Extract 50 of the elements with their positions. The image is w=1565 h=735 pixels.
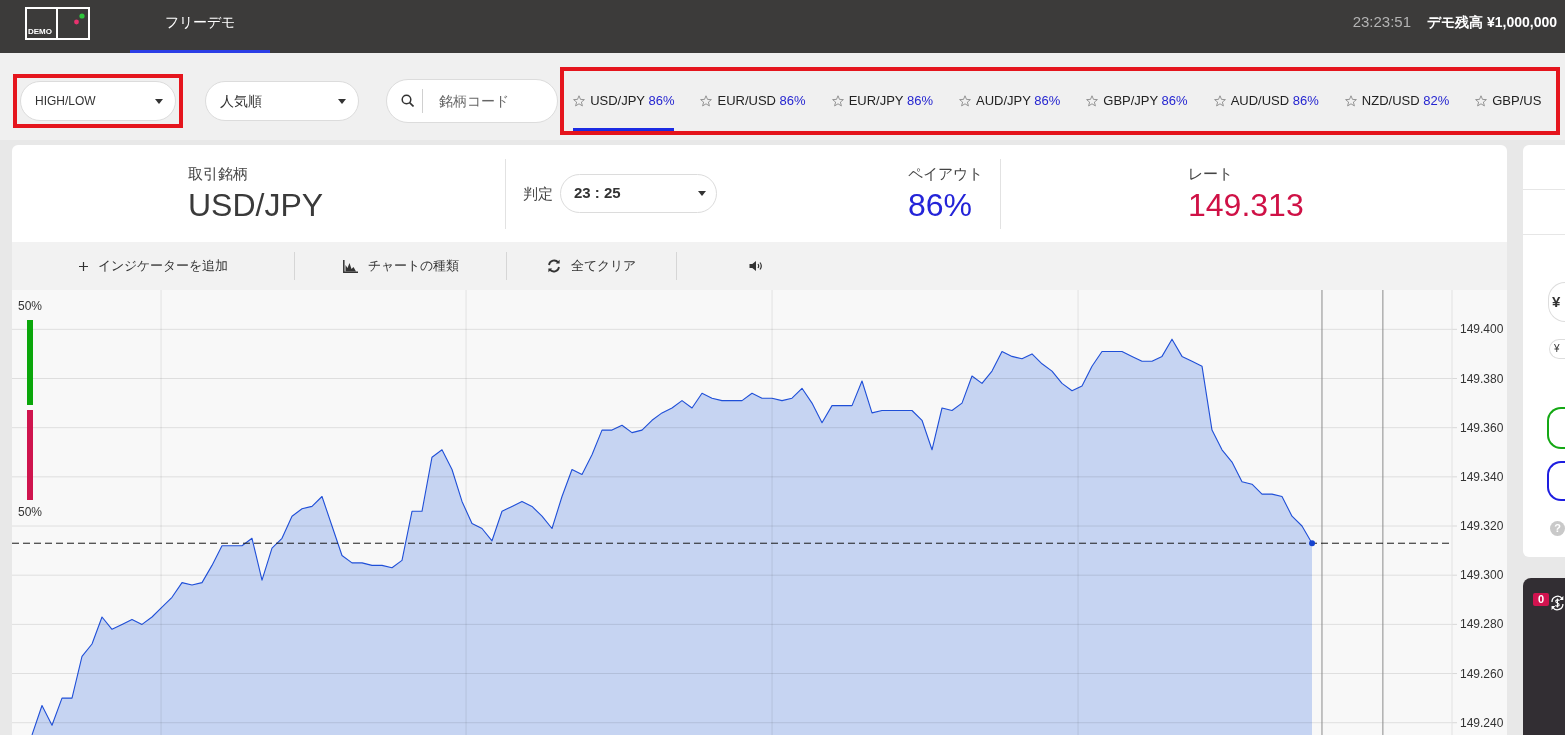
- search-field[interactable]: 銘柄コード: [386, 79, 559, 123]
- axis-label: 149.320: [1460, 519, 1504, 533]
- axis-label: 149.400: [1460, 322, 1504, 337]
- rate-label: レート: [1188, 164, 1234, 183]
- ratio-label: 50%: [18, 505, 42, 519]
- payout-value: 86%: [908, 186, 974, 223]
- caret-icon: [698, 191, 706, 196]
- area-chart-icon: [342, 259, 358, 273]
- currency-tab[interactable]: AUD/USD 86%: [1213, 74, 1319, 131]
- add-indicator-button[interactable]: インジケーターを追加: [12, 242, 294, 290]
- rate-value: 149.313: [1188, 186, 1304, 223]
- axis-label: 149.340: [1460, 469, 1504, 484]
- axis-label: 149.360: [1460, 420, 1504, 435]
- currency-tab[interactable]: EUR/JPY 86%: [831, 74, 933, 131]
- count-badge: 0: [1533, 593, 1550, 606]
- currency-tab[interactable]: USD/JPY 86%: [573, 74, 675, 131]
- expiry-label: 判定: [523, 184, 553, 203]
- logo-text: DEMO: [28, 27, 52, 36]
- clock-text: 23:23:51: [1352, 12, 1412, 33]
- caret-icon: [338, 98, 347, 104]
- currency-button[interactable]: ¥: [1548, 282, 1565, 322]
- balance-text: デモ残高 ¥1,000,000: [1427, 13, 1557, 32]
- currency-tab[interactable]: GBP/US: [1475, 74, 1542, 131]
- chart-type-button[interactable]: チャートの種類: [295, 242, 506, 290]
- symbol-label: 取引銘柄: [188, 164, 249, 183]
- exchange-icon: [1550, 593, 1565, 613]
- currency-tab[interactable]: NZD/USD 82%: [1344, 74, 1450, 131]
- axis-label: 149.240: [1460, 715, 1504, 730]
- payout-label: ペイアウト: [908, 164, 983, 183]
- product-select[interactable]: HIGH/LOW: [20, 81, 176, 121]
- clear-all-button[interactable]: 全てクリア: [507, 242, 676, 290]
- refresh-icon: [547, 259, 561, 273]
- plus-icon: [78, 261, 88, 271]
- axis-label: 149.300: [1460, 568, 1504, 583]
- currency-tab[interactable]: EUR/USD 86%: [700, 74, 806, 131]
- current-price-dot: [1309, 540, 1316, 547]
- sort-select[interactable]: 人気順: [205, 81, 360, 121]
- symbol-value: USD/JPY: [188, 186, 324, 223]
- currency-tab[interactable]: AUD/JPY 86%: [958, 74, 1061, 131]
- axis-label: 149.260: [1460, 666, 1504, 681]
- currency-tab[interactable]: GBP/JPY 86%: [1086, 74, 1188, 131]
- search-icon: [401, 94, 415, 107]
- expiry-select[interactable]: 23 : 25: [560, 174, 717, 213]
- ratio-label: 50%: [18, 299, 42, 313]
- axis-label: 149.280: [1460, 617, 1504, 632]
- caret-icon: [155, 98, 163, 104]
- speaker-icon: [749, 260, 763, 272]
- axis-label: 149.380: [1460, 371, 1504, 386]
- option-button[interactable]: [1547, 461, 1565, 501]
- logo-dots-icon: [72, 12, 86, 26]
